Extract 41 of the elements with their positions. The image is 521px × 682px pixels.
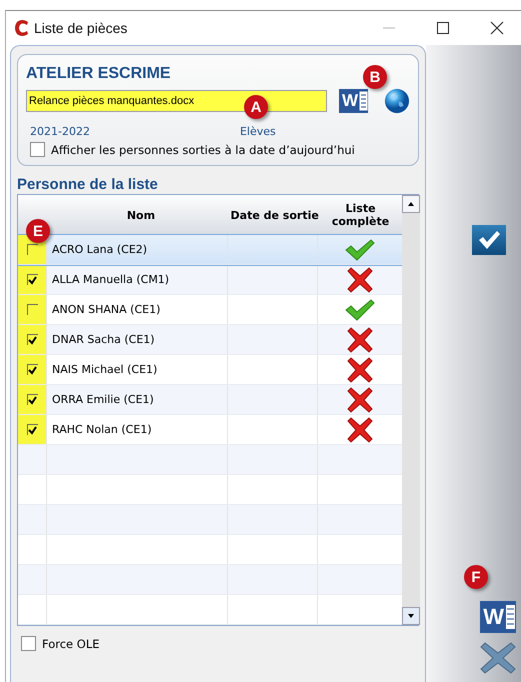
scrollbar[interactable] [402,195,420,625]
checkbox[interactable] [26,394,38,405]
globe-icon[interactable] [384,87,410,115]
maximize-icon[interactable] [436,21,450,35]
close-icon[interactable] [490,21,504,35]
checkmark-icon [478,230,500,250]
document-lines-icon [505,604,516,630]
category-label: Elèves [240,125,276,138]
person-name: ORRA Emilie (CE1) [52,393,154,406]
checkbox-label: Force OLE [42,636,100,650]
checkbox-label: Afficher les personnes sorties à la date d’aujourd’hui [51,142,355,156]
cancel-icon[interactable] [480,641,516,675]
word-button[interactable]: W [480,601,516,633]
workshop-title: ATELIER ESCRIME [26,65,171,83]
app-logo-icon [14,19,30,37]
scroll-down-icon[interactable] [402,607,420,625]
table-row[interactable]: ALLA Manuella (CM1) [18,265,402,295]
person-name: ACRO Lana (CE2) [52,243,148,256]
person-name: NAIS Michael (CE1) [52,363,158,376]
window-title: Liste de pièces [34,20,128,36]
list-title: Personne de la liste [17,176,159,193]
table-row[interactable]: DNAR Sacha (CE1) [18,325,402,355]
table-row[interactable]: ORRA Emilie (CE1) [18,385,402,415]
validate-button[interactable] [472,225,506,255]
checkbox[interactable] [26,364,38,375]
column-header[interactable]: Liste complète [319,195,402,235]
scroll-up-icon[interactable] [402,195,420,213]
table-row[interactable]: ACRO Lana (CE2) [18,235,402,265]
person-name: DNAR Sacha (CE1) [52,333,155,346]
checkbox[interactable] [26,424,38,435]
word-button[interactable]: W [338,89,368,113]
person-name: ALLA Manuella (CM1) [52,273,170,286]
checkbox[interactable] [21,636,36,651]
column-header[interactable]: Date de sortie [230,195,320,235]
document-lines-icon [359,91,368,111]
checkbox[interactable] [30,142,45,157]
person-name: ANON SHANA (CE1) [52,303,160,316]
school-year: 2021-2022 [30,125,90,138]
checkbox[interactable] [26,274,38,285]
checkbox[interactable] [26,334,38,345]
person-name: RAHC Nolan (CE1) [52,423,152,436]
